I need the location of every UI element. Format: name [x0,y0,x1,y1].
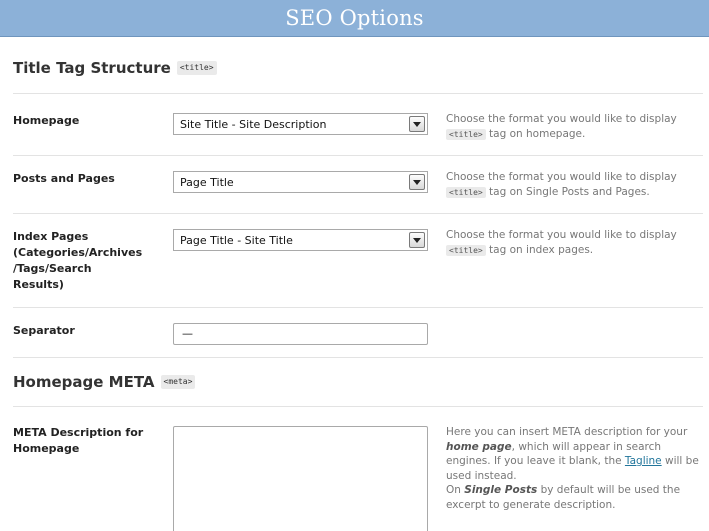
page-title: SEO Options [285,6,424,30]
posts-pages-title-format-select[interactable]: Page Title [173,171,428,193]
posts-pages-label: Posts and Pages [13,172,115,185]
separator-input[interactable]: — [173,323,428,345]
divider [13,213,703,214]
title-tag-chip: <title> [176,61,217,75]
meta-description-help-text: Here you can insert META description for… [446,426,699,511]
select-value: Page Title [180,175,234,189]
chevron-down-icon[interactable] [409,174,425,190]
section-title-tag-structure: Title Tag Structure <title> [13,59,217,77]
index-pages-help-text: Choose the format you would like to disp… [446,229,677,256]
title-tag-code: <title> [446,186,486,198]
page-header: SEO Options [0,0,709,37]
divider [13,307,703,308]
index-pages-label: Index Pages (Categories/Archives /Tags/S… [13,230,143,291]
single-posts-emphasis: Single Posts [464,484,538,496]
seo-options-form: Title Tag Structure <title> Homepage Sit… [0,37,709,531]
chevron-down-icon[interactable] [409,116,425,132]
divider [13,357,703,358]
select-value: Page Title - Site Title [180,233,293,247]
separator-label: Separator [13,324,75,337]
homepage-label: Homepage [13,114,80,127]
tagline-link[interactable]: Tagline [625,455,662,467]
chevron-down-icon[interactable] [409,232,425,248]
divider [13,93,703,94]
home-page-emphasis: home page [446,440,512,453]
posts-pages-help-text: Choose the format you would like to disp… [446,171,677,198]
section-heading: Homepage META [13,373,155,391]
title-tag-code: <title> [446,128,486,140]
select-value: Site Title - Site Description [180,117,327,131]
meta-tag-chip: <meta> [160,375,196,389]
homepage-help-text: Choose the format you would like to disp… [446,113,677,140]
title-tag-code: <title> [446,244,486,256]
index-pages-title-format-select[interactable]: Page Title - Site Title [173,229,428,251]
meta-description-textarea[interactable] [173,426,428,531]
homepage-title-format-select[interactable]: Site Title - Site Description [173,113,428,135]
section-homepage-meta: Homepage META <meta> [13,373,196,391]
divider [13,406,703,407]
section-heading: Title Tag Structure [13,59,171,77]
meta-description-label: META Description for Homepage [13,426,144,455]
divider [13,155,703,156]
